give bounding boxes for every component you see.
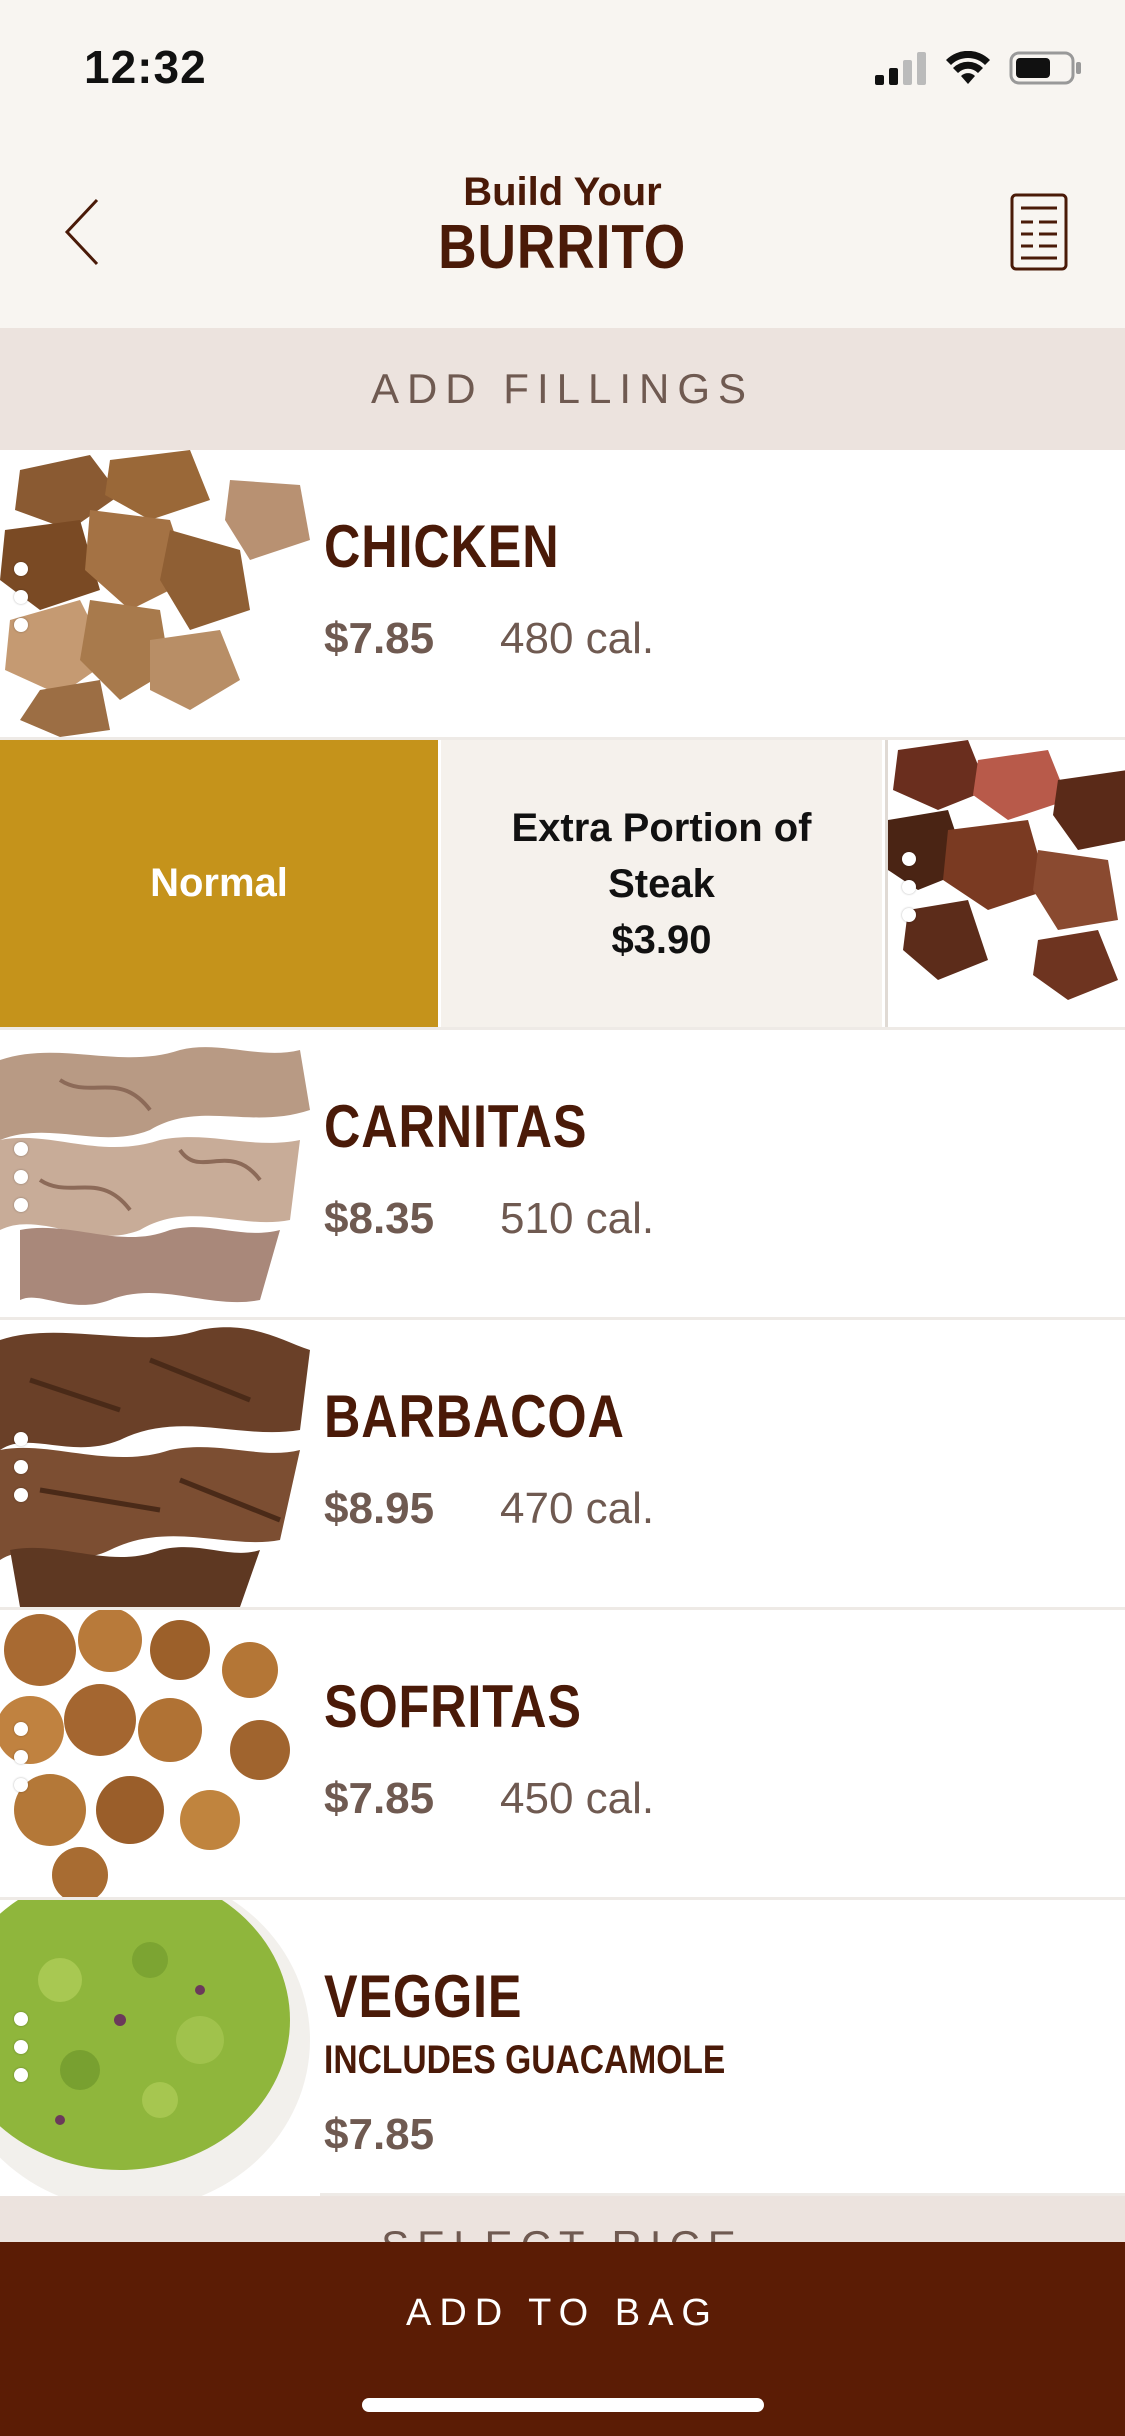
option-extra-label: Extra Portion of Steak: [511, 805, 812, 906]
item-calories: 480 cal.: [500, 614, 655, 663]
home-indicator: [362, 2398, 764, 2412]
next-section-title: SELECT RICE: [0, 2222, 1125, 2244]
item-name: BARBACOA: [324, 1383, 625, 1450]
screen: 12:32 Build Your BURRITO ADD FILLINGS CH…: [0, 0, 1125, 2436]
item-name: CARNITAS: [324, 1093, 588, 1160]
barbacoa-image: [0, 1320, 320, 1607]
item-price: $7.85: [324, 2110, 435, 2159]
menu-button[interactable]: [1009, 192, 1069, 272]
list-item-sofritas[interactable]: SOFRITAS $7.85 450 cal.: [0, 1610, 1125, 1900]
sofritas-image: [0, 1610, 320, 1897]
steak-portion-options: Normal Extra Portion of Steak $3.90: [0, 740, 1125, 1030]
header: Build Your BURRITO: [0, 140, 1125, 328]
page-title: Build Your BURRITO: [0, 170, 1125, 282]
item-calories: 470 cal.: [500, 1484, 655, 1533]
steak-image: [885, 740, 1125, 1027]
menu-document-icon: [1010, 193, 1068, 271]
item-name: CHICKEN: [324, 513, 560, 580]
option-extra-price: $3.90: [611, 917, 712, 962]
item-name: VEGGIE: [324, 1963, 523, 2030]
drag-handle-dots[interactable]: [14, 562, 28, 632]
drag-handle-dots[interactable]: [14, 1722, 28, 1792]
item-price: $8.35: [324, 1194, 435, 1243]
list-item-barbacoa[interactable]: BARBACOA $8.95 470 cal.: [0, 1320, 1125, 1610]
item-calories: 510 cal.: [500, 1194, 655, 1243]
list-item-chicken[interactable]: CHICKEN $7.85 480 cal.: [0, 450, 1125, 740]
drag-handle-dots[interactable]: [902, 852, 916, 922]
option-normal-label: Normal: [150, 861, 288, 905]
add-to-bag-label: ADD TO BAG: [406, 2292, 719, 2334]
wifi-icon: [946, 51, 990, 84]
section-header-rice: SELECT RICE: [0, 2196, 1125, 2244]
drag-handle-dots[interactable]: [14, 1432, 28, 1502]
battery-icon: [1009, 51, 1081, 85]
guacamole-image: [0, 1900, 320, 2196]
drag-handle-dots[interactable]: [14, 1142, 28, 1212]
item-price: $7.85: [324, 1774, 435, 1823]
chicken-image: [0, 450, 320, 737]
page-title-big: BURRITO: [438, 213, 687, 282]
add-to-bag-button[interactable]: ADD TO BAG: [0, 2242, 1125, 2436]
status-icons: [875, 50, 1083, 86]
signal-icon: [875, 52, 926, 85]
status-bar: 12:32: [0, 0, 1125, 140]
item-price: $7.85: [324, 614, 435, 663]
option-extra-portion-button[interactable]: Extra Portion of Steak $3.90: [441, 740, 882, 1027]
option-normal-button[interactable]: Normal: [0, 740, 438, 1027]
item-price: $8.95: [324, 1484, 435, 1533]
item-subtitle: INCLUDES GUACAMOLE: [324, 2038, 726, 2082]
carnitas-image: [0, 1030, 320, 1317]
section-title: ADD FILLINGS: [370, 365, 755, 412]
page-title-small: Build Your: [463, 170, 662, 214]
drag-handle-dots[interactable]: [14, 2012, 28, 2082]
section-header-fillings: ADD FILLINGS: [0, 328, 1125, 450]
list-item-veggie[interactable]: VEGGIE INCLUDES GUACAMOLE $7.85: [0, 1900, 1125, 2196]
item-name: SOFRITAS: [324, 1673, 582, 1740]
list-item-carnitas[interactable]: CARNITAS $8.35 510 cal.: [0, 1030, 1125, 1320]
item-calories: 450 cal.: [500, 1774, 655, 1823]
status-time: 12:32: [84, 41, 207, 93]
